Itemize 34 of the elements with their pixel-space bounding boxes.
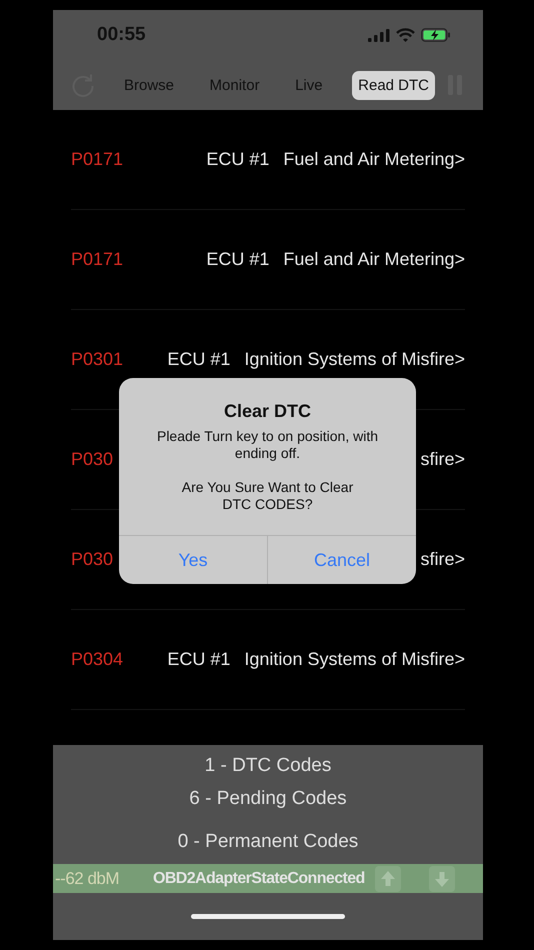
code-count: 0 - Permanent Codes [178,830,358,854]
code-count: 6 - Pending Codes [189,787,347,811]
wifi-icon [396,28,415,42]
status-time: 00:55 [97,24,146,46]
tab[interactable]: Monitor [204,70,266,100]
dtc-code[interactable]: P030 [71,549,114,570]
dialog-message: Pleade Turn key to on position, with ending off. [156,428,378,462]
ecu-label: ECU #1 [206,149,270,170]
dtc-description[interactable]: Ignition Systems of Misfire> [244,649,465,670]
dtc-code[interactable]: P0301 [71,349,124,370]
tab[interactable]: Read DTC [352,70,435,100]
ecu-label: ECU #1 [167,649,230,670]
dialog-button[interactable]: Yes [119,536,267,584]
tab[interactable]: Live [289,70,329,100]
battery-icon [421,28,451,42]
dtc-code[interactable]: P0171 [71,249,124,270]
dtc-description[interactable]: sfire> [420,449,465,470]
tab[interactable]: Browse [118,70,180,100]
dtc-description[interactable]: sfire> [420,549,465,570]
code-count: 1 - DTC Codes [204,754,332,778]
dialog-button[interactable]: Cancel [267,536,416,584]
ecu-label: ECU #1 [167,349,230,370]
dtc-description[interactable]: Ignition Systems of Misfire> [244,349,465,370]
dtc-description[interactable]: Fuel and Air Metering> [283,249,465,270]
dtc-code[interactable]: P030 [71,449,114,470]
dtc-description[interactable]: Fuel and Air Metering> [283,149,465,170]
dtc-code[interactable]: P0304 [71,649,124,670]
dtc-code[interactable]: P0171 [71,149,124,170]
dialog-question: Are You Sure Want to Clear DTC CODES? [182,479,354,513]
dialog-title: Clear DTC [224,401,312,422]
signal-strength: --62 dbM [55,868,120,888]
adapter-state: OBD2AdapterStateConnected [153,870,365,888]
ecu-label: ECU #1 [206,249,270,270]
signal-icon [368,28,390,42]
